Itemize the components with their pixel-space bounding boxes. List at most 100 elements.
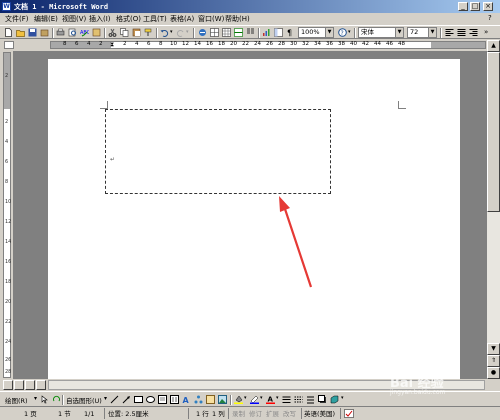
print-icon[interactable] bbox=[56, 28, 65, 37]
tab-selector[interactable] bbox=[4, 41, 14, 49]
menu-help[interactable]: 帮助(H) bbox=[225, 14, 250, 24]
align-justify-icon[interactable] bbox=[457, 28, 466, 37]
new-document-icon[interactable] bbox=[4, 28, 13, 37]
redo-icon[interactable] bbox=[176, 28, 185, 37]
menu-format[interactable]: 格式(O) bbox=[116, 14, 141, 24]
word-app-icon[interactable]: W bbox=[2, 2, 11, 11]
spelling-status-icon[interactable] bbox=[344, 409, 354, 418]
print-layout-view-icon[interactable] bbox=[25, 380, 35, 390]
insert-excel-icon[interactable] bbox=[234, 28, 243, 37]
dash-style-icon[interactable] bbox=[294, 395, 303, 404]
menu-table[interactable]: 表格(A) bbox=[170, 14, 194, 24]
research-icon[interactable] bbox=[92, 28, 101, 37]
menu-insert[interactable]: 插入(I) bbox=[89, 14, 111, 24]
hyperlink-icon[interactable] bbox=[198, 28, 207, 37]
scroll-up-icon[interactable]: ▲ bbox=[487, 40, 500, 52]
copy-icon[interactable] bbox=[120, 28, 129, 37]
minimize-button[interactable]: _ bbox=[458, 2, 468, 11]
status-trk[interactable]: 修订 bbox=[249, 409, 262, 419]
normal-view-icon[interactable] bbox=[3, 380, 13, 390]
left-indent-marker[interactable]: ⧗ bbox=[110, 41, 114, 49]
autoshapes-menu-button[interactable]: 自选图形(U) bbox=[66, 395, 102, 405]
document-map-icon[interactable] bbox=[274, 28, 283, 37]
help-dropdown-icon[interactable]: ▾ bbox=[348, 29, 351, 35]
status-ovr[interactable]: 改写 bbox=[283, 409, 296, 419]
menu-file[interactable]: 文件(F) bbox=[5, 14, 29, 24]
permission-icon[interactable] bbox=[40, 28, 49, 37]
fill-color-icon[interactable] bbox=[234, 395, 243, 404]
document-workspace bbox=[13, 51, 487, 389]
font-name-combo[interactable]: 宋体 ▼ bbox=[358, 27, 404, 38]
columns-icon[interactable] bbox=[246, 28, 255, 37]
arrow-tool-icon[interactable] bbox=[122, 395, 131, 404]
align-right-icon[interactable] bbox=[469, 28, 478, 37]
line-color-icon[interactable] bbox=[250, 395, 259, 404]
arrow-style-icon[interactable] bbox=[306, 395, 315, 404]
ruler-number: 26 bbox=[5, 357, 12, 363]
vertical-ruler[interactable]: 2 2 4 6 8 10 12 14 16 18 20 22 24 26 28 bbox=[3, 52, 11, 378]
horizontal-ruler[interactable]: 8 6 4 2 2 4 6 8 10 12 14 16 18 20 22 24 … bbox=[50, 41, 486, 49]
web-layout-view-icon[interactable] bbox=[14, 380, 24, 390]
menu-tools[interactable]: 工具(T) bbox=[143, 14, 167, 24]
3d-style-icon[interactable] bbox=[330, 395, 339, 404]
line-style-icon[interactable] bbox=[282, 395, 291, 404]
outline-view-icon[interactable] bbox=[36, 380, 46, 390]
line-tool-icon[interactable] bbox=[110, 395, 119, 404]
shadow-style-icon[interactable] bbox=[318, 395, 327, 404]
font-name-dropdown-icon[interactable]: ▼ bbox=[395, 28, 403, 37]
open-folder-icon[interactable] bbox=[16, 28, 25, 37]
save-icon[interactable] bbox=[28, 28, 37, 37]
insert-picture-icon[interactable] bbox=[218, 395, 227, 404]
insert-table-icon[interactable] bbox=[222, 28, 231, 37]
text-box-placeholder[interactable]: ↵ bbox=[105, 109, 331, 194]
font-color-icon[interactable]: A bbox=[266, 395, 275, 404]
font-size-dropdown-icon[interactable]: ▼ bbox=[428, 28, 436, 37]
close-button[interactable]: × bbox=[483, 2, 493, 11]
print-preview-icon[interactable] bbox=[68, 28, 77, 37]
menu-window[interactable]: 窗口(W) bbox=[198, 14, 224, 24]
drawing-toolbar-options-icon[interactable]: ▾ bbox=[341, 395, 344, 401]
select-objects-icon[interactable] bbox=[40, 395, 49, 404]
vertical-text-box-icon[interactable] bbox=[170, 395, 179, 404]
free-rotate-icon[interactable] bbox=[52, 395, 61, 404]
line-color-dropdown-icon[interactable]: ▾ bbox=[260, 395, 263, 401]
show-hide-icon[interactable]: ¶ bbox=[286, 28, 295, 38]
scroll-thumb[interactable] bbox=[487, 52, 500, 212]
clip-art-icon[interactable] bbox=[206, 395, 215, 404]
toolbar-options-icon[interactable]: » bbox=[484, 28, 488, 36]
status-rec[interactable]: 录制 bbox=[232, 409, 245, 419]
zoom-combo[interactable]: 100% ▼ bbox=[298, 27, 334, 38]
scroll-down-icon[interactable]: ▼ bbox=[487, 343, 500, 355]
undo-dropdown-icon[interactable]: ▾ bbox=[170, 29, 173, 35]
select-browse-object-icon[interactable]: ● bbox=[487, 367, 500, 379]
fill-color-dropdown-icon[interactable]: ▾ bbox=[244, 395, 247, 401]
draw-dropdown-icon[interactable]: ▾ bbox=[34, 395, 37, 402]
help-search-icon[interactable]: ? bbox=[488, 14, 492, 22]
tables-borders-icon[interactable] bbox=[210, 28, 219, 37]
rectangle-tool-icon[interactable] bbox=[134, 395, 143, 404]
font-color-dropdown-icon[interactable]: ▾ bbox=[276, 395, 279, 401]
menu-view[interactable]: 视图(V) bbox=[62, 14, 86, 24]
diagram-icon[interactable] bbox=[194, 395, 203, 404]
vertical-scrollbar[interactable]: ▲ ▼ ⇑ ● bbox=[487, 40, 500, 379]
spelling-icon[interactable]: ABC bbox=[80, 28, 89, 37]
redo-dropdown-icon[interactable]: ▾ bbox=[186, 29, 189, 35]
oval-tool-icon[interactable] bbox=[146, 395, 155, 404]
help-icon[interactable]: ? bbox=[338, 28, 347, 37]
paste-icon[interactable] bbox=[132, 28, 141, 37]
zoom-dropdown-icon[interactable]: ▼ bbox=[325, 28, 333, 37]
draw-menu-button[interactable]: 绘图(R) bbox=[5, 395, 28, 405]
previous-page-icon[interactable]: ⇑ bbox=[487, 355, 500, 367]
text-box-tool-icon[interactable] bbox=[158, 395, 167, 404]
wordart-icon[interactable]: A bbox=[182, 395, 191, 404]
format-painter-icon[interactable] bbox=[144, 28, 153, 37]
status-ext[interactable]: 扩展 bbox=[266, 409, 279, 419]
chart-icon[interactable] bbox=[262, 28, 271, 37]
undo-icon[interactable] bbox=[160, 28, 169, 37]
cut-icon[interactable] bbox=[108, 28, 117, 37]
font-size-combo[interactable]: 72 ▼ bbox=[407, 27, 437, 38]
menu-edit[interactable]: 编辑(E) bbox=[34, 14, 58, 24]
maximize-button[interactable]: □ bbox=[470, 2, 480, 11]
autoshapes-dropdown-icon[interactable]: ▾ bbox=[104, 395, 107, 402]
align-left-icon[interactable] bbox=[445, 28, 454, 37]
